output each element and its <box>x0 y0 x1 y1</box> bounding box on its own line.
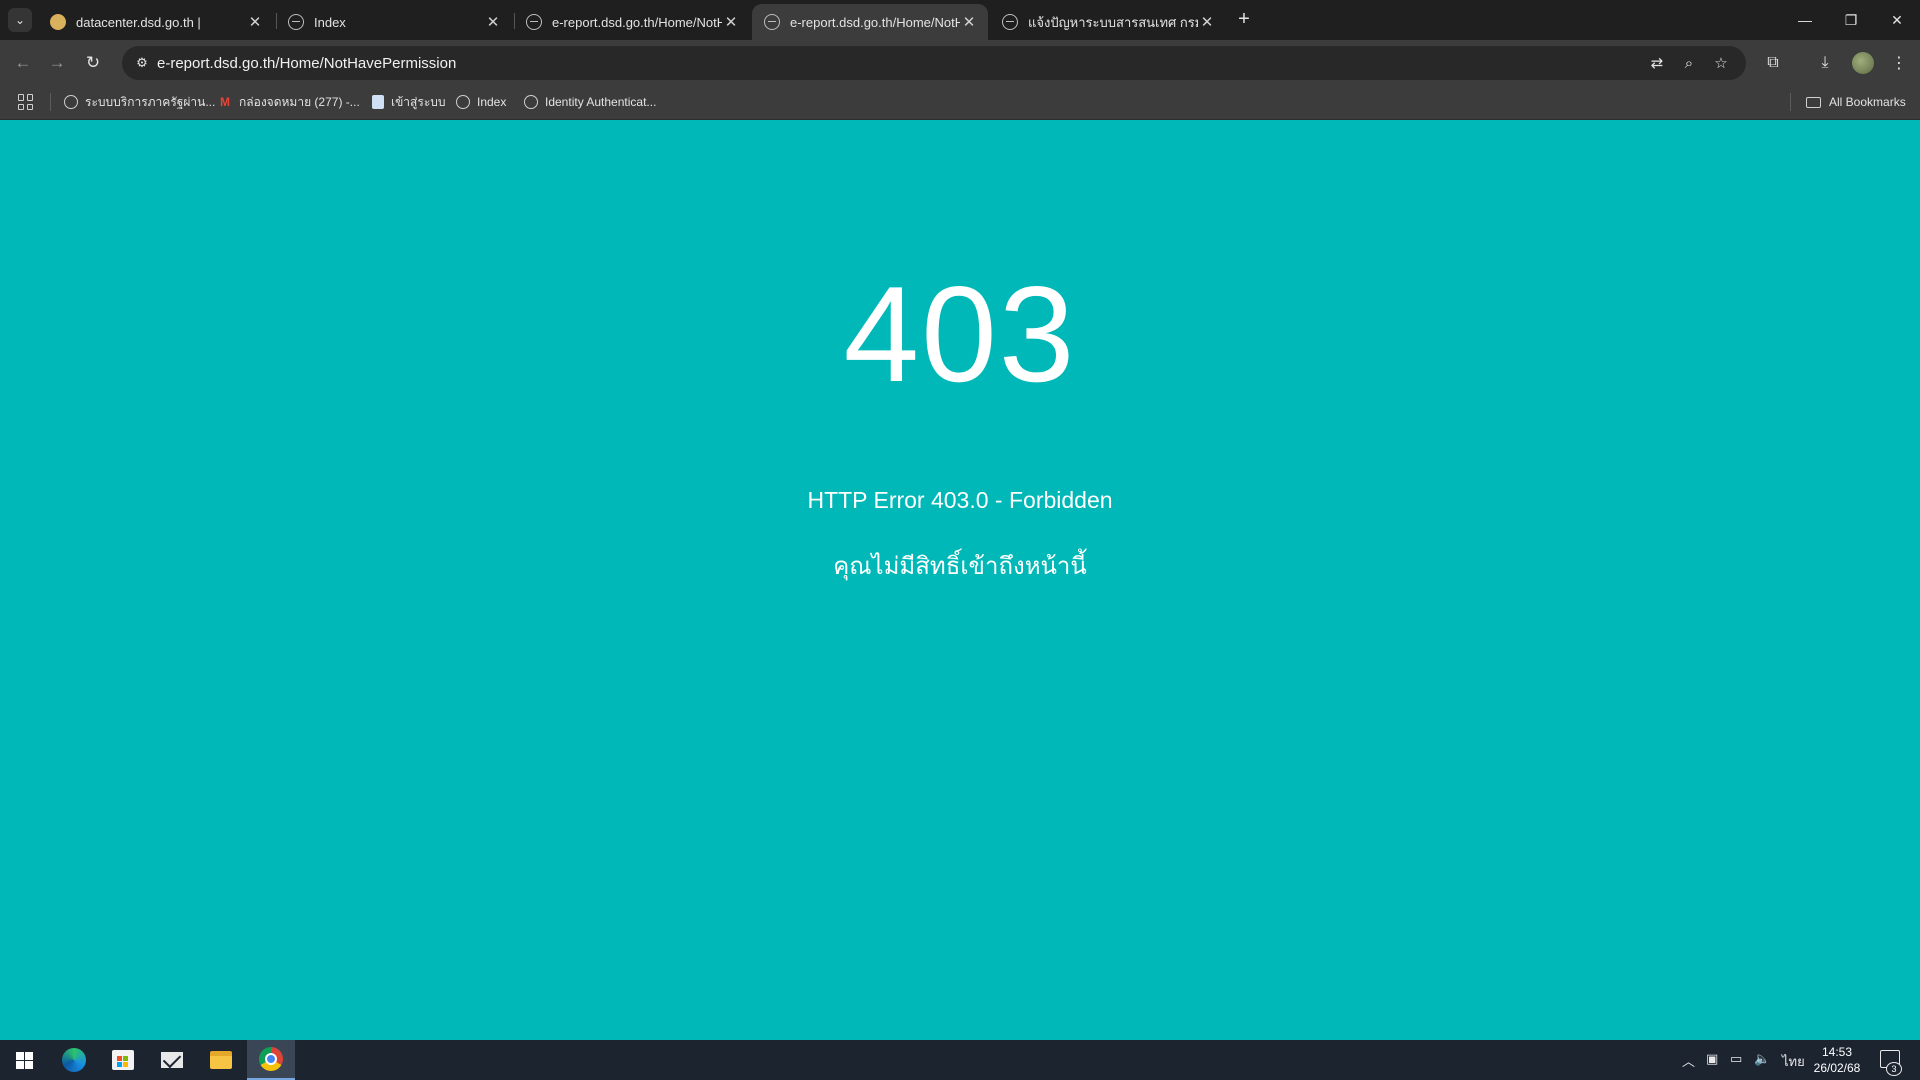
taskbar-mail[interactable] <box>148 1040 196 1080</box>
tab-close-icon[interactable]: ✕ <box>246 13 264 31</box>
bookmark-item[interactable]: Identity Authenticat... <box>524 92 656 112</box>
bookmark-label: Index <box>477 95 507 109</box>
tab-datacenter[interactable]: datacenter.dsd.go.th | ✕ <box>38 4 274 40</box>
globe-icon <box>64 95 78 109</box>
all-bookmarks-label: All Bookmarks <box>1829 95 1906 109</box>
system-clock[interactable]: 14:53 26/02/68 <box>1808 1044 1866 1076</box>
tab-close-icon[interactable]: ✕ <box>484 13 502 31</box>
tab-close-icon[interactable]: ✕ <box>722 13 740 31</box>
site-favicon-icon <box>50 14 66 30</box>
mail-icon <box>161 1052 183 1068</box>
globe-icon <box>524 95 538 109</box>
tab-report-problem[interactable]: แจ้งปัญหาระบบสารสนเทศ กรมพัฒน ✕ <box>990 4 1226 40</box>
tab-strip: ⌄ datacenter.dsd.go.th | ✕ Index ✕ e-rep… <box>0 0 1920 40</box>
restore-icon[interactable]: ❐ <box>1828 0 1874 40</box>
forward-arrow-icon[interactable]: → <box>44 50 70 76</box>
address-bar[interactable]: ⚙ e-report.dsd.go.th/Home/NotHavePermiss… <box>122 46 1746 80</box>
bookmark-item[interactable]: M กล่องจดหมาย (277) -... <box>218 92 360 112</box>
show-hidden-icons-chevron-up-icon[interactable]: ︿ <box>1682 1051 1695 1070</box>
input-language[interactable]: ไทย <box>1782 1051 1805 1072</box>
start-button[interactable] <box>0 1040 48 1080</box>
globe-icon <box>456 95 470 109</box>
reload-icon[interactable]: ↻ <box>80 50 106 76</box>
device-icon[interactable]: ▣ <box>1706 1051 1718 1067</box>
tab-title: e-report.dsd.go.th/Home/NotH <box>552 14 722 30</box>
gmail-icon: M <box>220 95 230 109</box>
tab-title: แจ้งปัญหาระบบสารสนเทศ กรมพัฒน <box>1028 14 1198 30</box>
taskbar-store[interactable] <box>99 1040 147 1080</box>
apps-grid-icon[interactable] <box>18 94 34 110</box>
browser-toolbar: ← → ↻ ⚙ e-report.dsd.go.th/Home/NotHaveP… <box>0 40 1920 84</box>
folder-icon <box>1806 96 1821 108</box>
globe-icon <box>526 14 542 30</box>
bookmark-label: กล่องจดหมาย (277) -... <box>239 94 360 109</box>
volume-icon[interactable]: 🔈 <box>1754 1051 1770 1067</box>
folder-icon <box>210 1051 232 1069</box>
extensions-puzzle-icon[interactable]: ⧉ <box>1760 50 1786 76</box>
document-icon <box>372 95 384 109</box>
network-icon[interactable]: ▭ <box>1730 1051 1742 1067</box>
windows-logo-icon <box>15 1051 33 1069</box>
globe-icon <box>288 14 304 30</box>
translate-icon[interactable]: ⇄ <box>1646 52 1668 74</box>
bookmark-label: Identity Authenticat... <box>545 95 657 109</box>
profile-avatar[interactable] <box>1852 52 1874 74</box>
globe-icon <box>1002 14 1018 30</box>
globe-icon <box>764 14 780 30</box>
tab-search-chevron-down-icon[interactable]: ⌄ <box>8 8 32 32</box>
tab-title: datacenter.dsd.go.th | <box>76 14 201 30</box>
new-tab-button[interactable]: + <box>1232 6 1256 32</box>
notification-count-badge: 3 <box>1886 1062 1902 1076</box>
download-icon[interactable]: ⤓ <box>1812 50 1838 76</box>
tab-title: Index <box>314 14 346 30</box>
status-code: 403 <box>843 258 1077 410</box>
bookmark-separator <box>1790 93 1791 111</box>
tab-index[interactable]: Index ✕ <box>276 4 512 40</box>
page-content: 403 HTTP Error 403.0 - Forbidden คุณไม่ม… <box>0 121 1920 1040</box>
tab-title: e-report.dsd.go.th/Home/NotH <box>790 14 960 30</box>
site-info-icon[interactable]: ⚙ <box>132 53 152 73</box>
clock-date: 26/02/68 <box>1813 1061 1861 1075</box>
bookmarks-bar: ระบบบริการภาครัฐผ่าน... M กล่องจดหมาย (2… <box>0 84 1920 120</box>
tab-e-report-1[interactable]: e-report.dsd.go.th/Home/NotH ✕ <box>514 4 750 40</box>
store-icon <box>112 1050 134 1070</box>
error-title: HTTP Error 403.0 - Forbidden <box>807 487 1113 513</box>
windows-taskbar: ︿ ▣ ▭ 🔈 ไทย 14:53 26/02/68 3 <box>0 1040 1920 1080</box>
edge-icon <box>62 1048 86 1072</box>
chrome-icon <box>259 1047 283 1071</box>
bookmark-item[interactable]: Index <box>456 92 506 112</box>
error-message: คุณไม่มีสิทธิ์เข้าถึงหน้านี้ <box>833 553 1087 580</box>
bookmark-star-icon[interactable]: ☆ <box>1710 52 1732 74</box>
url-text[interactable]: e-report.dsd.go.th/Home/NotHavePermissio… <box>157 55 456 72</box>
bookmark-separator <box>50 93 51 111</box>
back-arrow-icon[interactable]: ← <box>10 50 36 76</box>
clock-time: 14:53 <box>1821 1045 1853 1059</box>
taskbar-chrome[interactable] <box>247 1040 295 1080</box>
tab-close-icon[interactable]: ✕ <box>1198 13 1216 31</box>
all-bookmarks-button[interactable]: All Bookmarks <box>1806 92 1906 112</box>
bookmark-item[interactable]: เข้าสู่ระบบ <box>372 92 446 112</box>
zoom-icon[interactable]: ⌕ <box>1678 52 1700 74</box>
more-menu-icon[interactable]: ⋮ <box>1886 50 1912 76</box>
minimize-icon[interactable]: — <box>1782 0 1828 40</box>
tab-e-report-active[interactable]: e-report.dsd.go.th/Home/NotH ✕ <box>752 4 988 40</box>
taskbar-edge[interactable] <box>50 1040 98 1080</box>
bookmark-label: ระบบบริการภาครัฐผ่าน... <box>85 94 216 109</box>
tab-close-icon[interactable]: ✕ <box>960 13 978 31</box>
bookmark-item[interactable]: ระบบบริการภาครัฐผ่าน... <box>64 92 215 112</box>
taskbar-file-explorer[interactable] <box>197 1040 245 1080</box>
bookmark-label: เข้าสู่ระบบ <box>391 94 446 109</box>
close-window-icon[interactable]: ✕ <box>1874 0 1920 40</box>
